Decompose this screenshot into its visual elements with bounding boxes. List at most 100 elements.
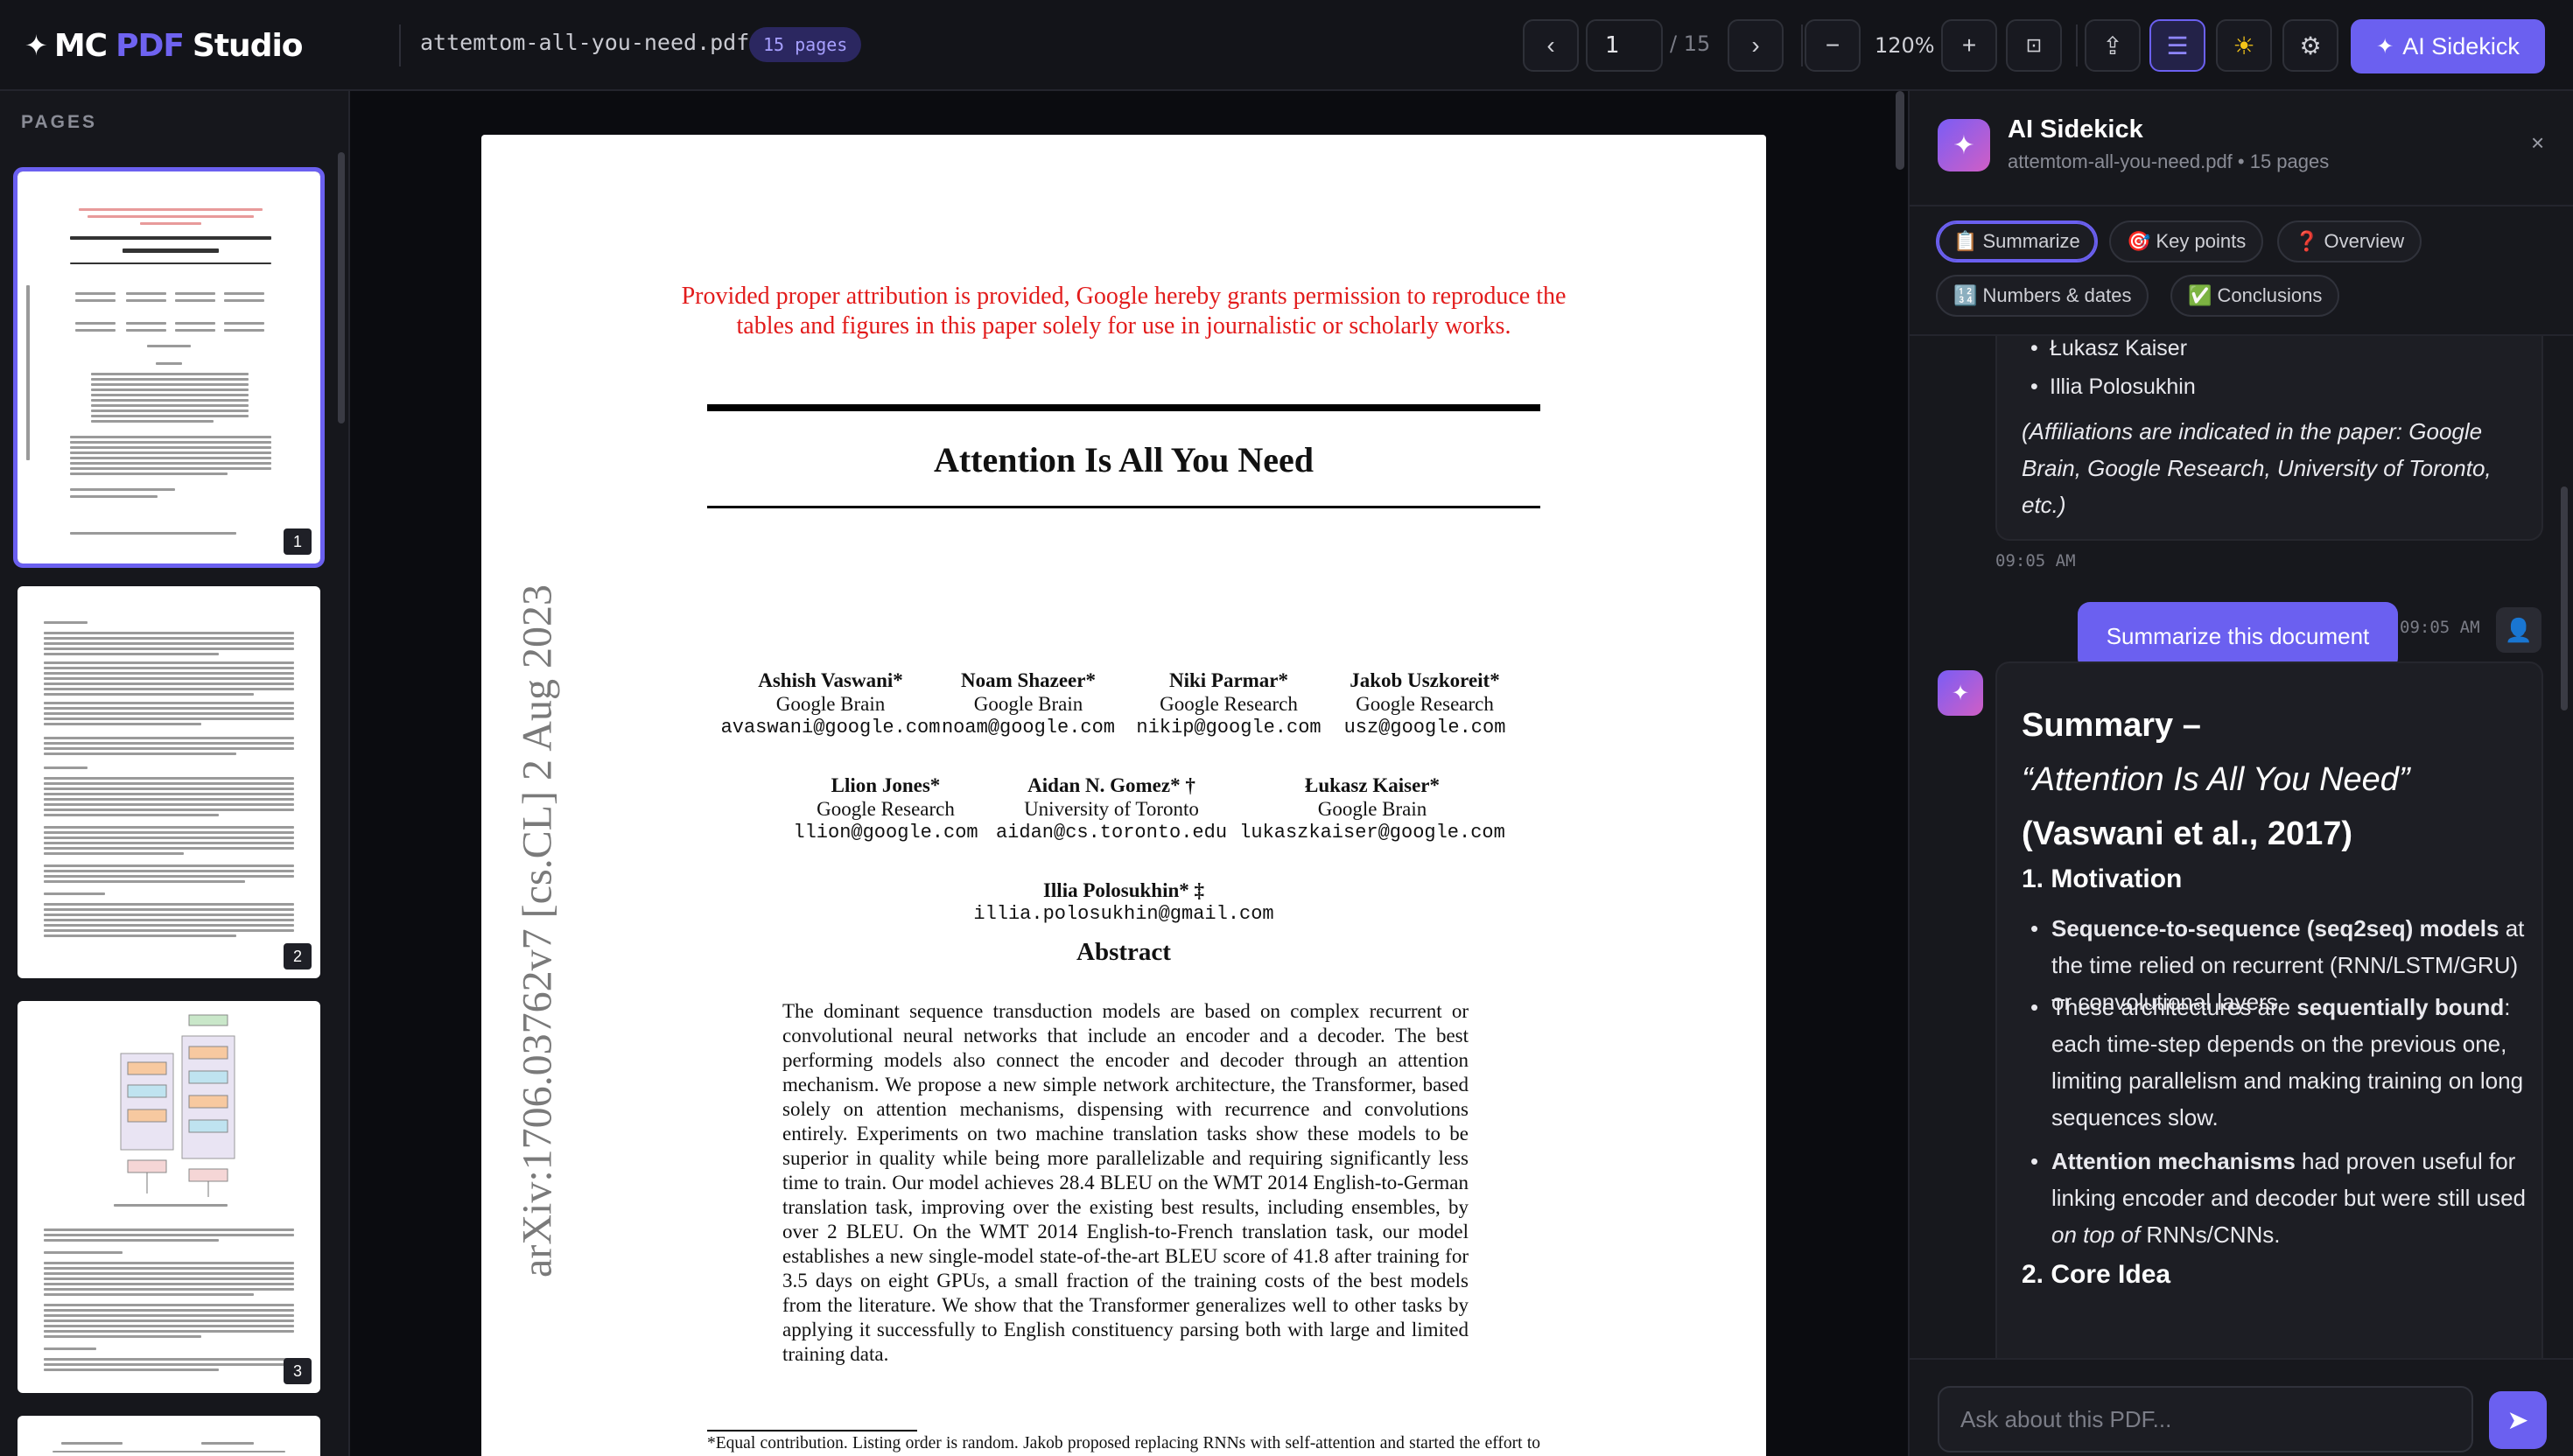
author-name: Noam Shazeer* [961, 669, 1096, 691]
author-name: Ashish Vaswani* [758, 669, 903, 691]
send-button[interactable]: ➤ [2489, 1391, 2547, 1449]
brand-suffix: Studio [192, 27, 304, 64]
chip-overview[interactable]: ❓ Overview [2277, 220, 2422, 262]
author-email: lukaszkaiser@google.com [1239, 822, 1505, 844]
page-number-label: 2 [284, 943, 312, 970]
page-number-input[interactable]: 1 [1586, 19, 1663, 72]
sparkle-icon: ✦ [2376, 34, 2394, 59]
message-timestamp: 09:05 AM [1995, 551, 2076, 570]
page-number-label: 3 [284, 1358, 312, 1384]
chip-summarize[interactable]: 📋 Summarize [1936, 220, 2098, 262]
divider [2076, 24, 2078, 66]
zoom-level: 120% [1875, 33, 1935, 58]
author-name: Łukasz Kaiser* [1305, 774, 1440, 796]
file-name: attemtom-all-you-need.pdf [420, 30, 750, 55]
theme-toggle-button[interactable]: ☀ [2216, 19, 2272, 72]
summary-title: Summary – “Attention Is All You Need” (V… [2022, 707, 2410, 852]
chat-input-row: Ask about this PDF... ➤ [1910, 1358, 2573, 1456]
list-item: These architectures are sequentially bou… [2030, 989, 2538, 1136]
author-block: Jakob Uszkoreit* Google Research usz@goo… [1344, 668, 1506, 739]
zoom-out-button[interactable]: − [1805, 19, 1861, 72]
author-name: Jakob Uszkoreit* [1350, 669, 1500, 691]
footnote-text: *Equal contribution. Listing order is ra… [707, 1434, 1540, 1456]
author-affiliation: Google Research [1160, 693, 1298, 715]
fit-icon: ⊡ [2025, 34, 2043, 56]
author-email: illia.polosukhin@gmail.com [973, 903, 1274, 925]
gear-icon: ⚙ [2299, 32, 2322, 60]
author-block: Illia Polosukhin* ‡ illia.polosukhin@gma… [973, 878, 1273, 926]
divider [399, 24, 401, 66]
author-block: Llion Jones* Google Research llion@googl… [793, 774, 978, 844]
abstract-heading: Abstract [1076, 938, 1171, 966]
viewer-scrollbar[interactable] [1896, 91, 1904, 170]
affiliation-note: (Affiliations are indicated in the paper… [2022, 418, 2492, 518]
chevron-left-icon: ‹ [1546, 32, 1555, 59]
architecture-figure [120, 1014, 235, 1197]
page-thumbnail[interactable]: 2 [18, 586, 320, 978]
list-item: • Illia Polosukhin [2030, 374, 2196, 399]
list-icon: ☰ [2166, 32, 2189, 60]
settings-button[interactable]: ⚙ [2282, 19, 2338, 72]
sparkle-icon: ✦ [1938, 119, 1990, 172]
fit-page-button[interactable]: ⊡ [2006, 19, 2062, 72]
prev-page-button[interactable]: ‹ [1523, 19, 1579, 72]
message-timestamp: 09:05 AM [2400, 618, 2480, 637]
chat-messages[interactable]: • Łukasz Kaiser • Illia Polosukhin (Affili… [1910, 336, 2573, 1358]
plus-icon: + [1961, 32, 1977, 59]
chevron-right-icon: › [1751, 32, 1760, 59]
next-page-button[interactable]: › [1728, 19, 1784, 72]
page-number-label: 1 [284, 528, 312, 555]
page-thumbnails-sidebar: PAGES 1 2 3 [0, 91, 350, 1456]
sparkle-icon: ✦ [25, 29, 48, 62]
ask-input[interactable]: Ask about this PDF... [1938, 1386, 2473, 1452]
author-affiliation: Google Brain [775, 693, 886, 715]
chip-key-points[interactable]: 🎯 Key points [2109, 220, 2264, 262]
top-toolbar: ✦ MC PDF Studio attemtom-all-you-need.pd… [0, 0, 2573, 91]
brand-accent: PDF [116, 27, 185, 64]
page-thumbnail[interactable]: 3 [18, 1001, 320, 1393]
author-email: aidan@cs.toronto.edu [995, 822, 1228, 844]
user-message: Summarize this document [2078, 602, 2398, 670]
author-name: Niki Parmar* [1168, 669, 1289, 691]
panel-subtitle: attemtom-all-you-need.pdf • 15 pages [2008, 150, 2330, 172]
document-viewer[interactable]: arXiv:1706.03762v7 [cs.CL] 2 Aug 2023 Pr… [350, 91, 1908, 1456]
sidebar-scrollbar[interactable] [338, 152, 345, 424]
export-button[interactable]: ⇪ [2085, 19, 2141, 72]
list-item: • Łukasz Kaiser [2030, 336, 2188, 360]
author-name: Illia Polosukhin* ‡ [1042, 879, 1205, 901]
author-name: Llion Jones* [831, 774, 941, 796]
author-affiliation: Google Research [1356, 693, 1494, 715]
footnote-rule [707, 1430, 917, 1432]
user-avatar-icon: 👤 [2496, 607, 2541, 653]
send-icon: ➤ [2506, 1405, 2529, 1435]
page-count-badge: 15 pages [749, 27, 862, 62]
brand-prefix: MC [53, 27, 108, 64]
author-affiliation: Google Research [817, 798, 955, 820]
divider [1801, 24, 1803, 66]
page-thumbnail[interactable]: 1 [13, 167, 325, 568]
author-email: nikip@google.com [1136, 717, 1322, 738]
sun-icon: ☀ [2233, 32, 2255, 60]
author-affiliation: University of Toronto [1024, 798, 1199, 820]
ai-sidekick-label: AI Sidekick [2402, 32, 2520, 60]
close-icon[interactable]: × [2531, 130, 2544, 157]
author-block: Noam Shazeer* Google Brain noam@google.c… [942, 668, 1115, 739]
sparkle-icon: ✦ [1938, 670, 1983, 716]
paper-title: Attention Is All You Need [933, 440, 1315, 480]
zoom-in-button[interactable]: + [1941, 19, 1997, 72]
ai-sidekick-button[interactable]: ✦ AI Sidekick [2351, 19, 2545, 74]
section-heading: 2. Core Idea [2022, 1260, 2171, 1289]
panel-scrollbar[interactable] [2561, 486, 2568, 710]
author-block: Niki Parmar* Google Research nikip@googl… [1136, 668, 1321, 739]
chip-conclusions[interactable]: ✅ Conclusions [2170, 275, 2340, 317]
outline-toggle-button[interactable]: ☰ [2149, 19, 2205, 72]
author-email: llion@google.com [793, 822, 978, 844]
author-affiliation: Google Brain [973, 693, 1083, 715]
page-total: / 15 [1670, 32, 1711, 56]
page-thumbnail[interactable] [18, 1416, 320, 1456]
author-name: Aidan N. Gomez* † [1027, 774, 1195, 796]
list-item: Attention mechanisms had proven useful f… [2030, 1143, 2538, 1253]
chip-numbers-dates[interactable]: 🔢 Numbers & dates [1936, 275, 2149, 317]
arxiv-identifier: arXiv:1706.03762v7 [cs.CL] 2 Aug 2023 [514, 584, 561, 1278]
author-block: Aidan N. Gomez* † University of Toronto … [996, 774, 1227, 844]
